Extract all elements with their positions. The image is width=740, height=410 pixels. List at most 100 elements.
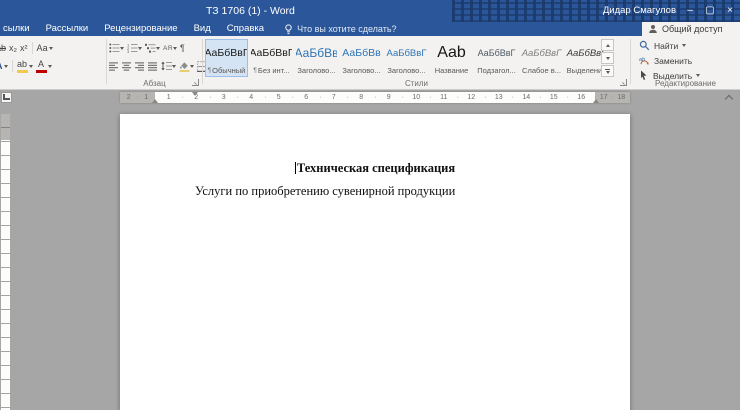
ribbon-tab-row: сылки Рассылки Рецензирование Вид Справк… [0,22,740,36]
paragraph-dialog-launcher[interactable] [192,79,199,86]
chevron-down-icon [172,65,176,68]
justify-icon [148,62,158,71]
gallery-scroll-up-button[interactable] [601,39,614,51]
replace-button[interactable]: ab Заменить [639,55,692,66]
document-page[interactable]: Техническая спецификация Услуги по приоб… [120,114,630,410]
chevron-down-icon [190,65,194,68]
ruler-number: 7 [320,92,348,103]
minimize-button[interactable]: – [680,0,700,22]
svg-text:3: 3 [127,49,130,53]
editing-group-label: Редактирование [631,79,740,88]
collapse-ribbon-button[interactable] [723,93,735,103]
style-sample: АаБбВвГ [476,40,517,66]
style-sample: Аab [431,40,472,66]
align-right-button[interactable] [135,62,145,71]
text-effects-button[interactable]: А [0,61,8,71]
document-paragraph[interactable]: Услуги по приобретению сувенирной продук… [155,184,595,199]
style-name: ¶Обычный [208,66,246,76]
editing-group: Найти ab Заменить Выделить Редактировани… [631,36,740,89]
style-chip-subtitle[interactable]: АаБбВвГ Подзагол... [475,39,518,77]
vertical-ruler[interactable] [1,114,10,410]
shading-button[interactable] [179,61,194,72]
style-sample: АаБбВвГ [206,40,247,66]
chevron-up-icon [725,95,733,103]
ruler-number: 8 [348,92,376,103]
show-paragraph-marks-button[interactable]: ¶ [180,43,185,53]
align-right-icon [135,62,145,71]
superscript-button[interactable]: x² [20,43,28,53]
gallery-more-button[interactable] [601,65,614,77]
style-chip-normal[interactable]: АаБбВвГ ¶Обычный [205,39,248,77]
chevron-down-icon [49,47,53,50]
find-button[interactable]: Найти [639,40,686,51]
strikethrough-button[interactable]: ab [0,43,6,53]
styles-group-label: Стили [203,79,630,88]
replace-label: Заменить [654,56,692,66]
horizontal-ruler[interactable]: 2 1 1 2 3 4 5 6 7 8 9 10 11 12 13 14 15 … [120,92,630,103]
numbering-button[interactable]: 123 [127,43,142,53]
align-center-icon [122,62,132,71]
sort-button[interactable]: АЯ [163,45,177,52]
style-chip-heading1[interactable]: АаБбВв Заголово... [295,39,338,77]
close-icon: × [727,5,733,16]
tab-selector[interactable] [1,92,12,103]
account-name[interactable]: Дидар Смагулов [603,0,676,22]
multilevel-list-icon [145,43,156,53]
style-name: Название [435,66,469,76]
style-sample: АаБбВвГ [521,40,562,66]
chevron-down-icon [682,44,686,47]
tell-me-label: Что вы хотите сделать? [297,24,397,34]
bullets-button[interactable] [109,43,124,53]
first-line-indent-marker[interactable] [192,92,198,96]
style-sample: АаБбВвГ [386,40,427,66]
ruler-number: 18 [613,92,631,103]
paragraph-mark: ¶ [208,66,212,76]
person-icon [648,24,658,34]
align-left-button[interactable] [109,62,119,71]
style-name: Подзагол... [477,66,516,76]
ruler-number: 1 [155,92,183,103]
style-chip-no-spacing[interactable]: АаБбВвГ ¶Без инт... [250,39,293,77]
style-chip-heading3[interactable]: АаБбВвГ Заголово... [385,39,428,77]
bullet-list-icon [109,43,120,53]
chevron-down-icon [606,57,610,60]
text-highlight-button[interactable]: ab [17,60,33,73]
font-color-button[interactable]: А [36,60,52,73]
paragraph-group-label: Абзац [107,79,202,88]
tell-me-search[interactable]: Что вы хотите сделать? [284,24,397,35]
gallery-scroll-down-button[interactable] [601,52,614,64]
ruler-number: 10 [403,92,431,103]
style-chip-subtle-emphasis[interactable]: АаБбВвГ Слабое в... [520,39,563,77]
tab-references-partial[interactable]: сылки [0,22,38,36]
tab-mailings[interactable]: Рассылки [38,22,97,36]
justify-button[interactable] [148,62,158,71]
change-case-button[interactable]: Аа [37,43,53,53]
multilevel-list-button[interactable] [145,43,160,53]
ruler-text-area: 1 2 3 4 5 6 7 8 9 10 11 12 13 14 15 16 [155,92,595,103]
maximize-button[interactable]: ▢ [700,0,720,22]
ruler-number: 9 [375,92,403,103]
style-name: Заголово... [297,66,335,76]
chevron-down-icon [696,74,700,77]
line-spacing-icon [161,61,172,71]
text-cursor [295,162,296,174]
styles-dialog-launcher[interactable] [620,79,627,86]
share-button[interactable]: Общий доступ [642,22,740,36]
style-chip-title[interactable]: Аab Название [430,39,473,77]
tab-review[interactable]: Рецензирование [96,22,185,36]
chevron-down-icon [4,65,8,68]
magnifier-icon [639,40,650,51]
chevron-down-icon [29,65,33,68]
tab-view[interactable]: Вид [186,22,219,36]
subscript-button[interactable]: x₂ [9,43,17,53]
style-chip-heading2[interactable]: АаБбВв Заголово... [340,39,383,77]
close-button[interactable]: × [720,0,740,22]
align-center-button[interactable] [122,62,132,71]
hanging-indent-marker[interactable] [152,99,158,103]
document-title[interactable]: Техническая спецификация [120,161,630,176]
chevron-down-icon [48,65,52,68]
line-spacing-button[interactable] [161,61,176,71]
ruler-number: 2 [120,92,138,103]
tab-help[interactable]: Справка [219,22,272,36]
style-name: Заголово... [342,66,380,76]
